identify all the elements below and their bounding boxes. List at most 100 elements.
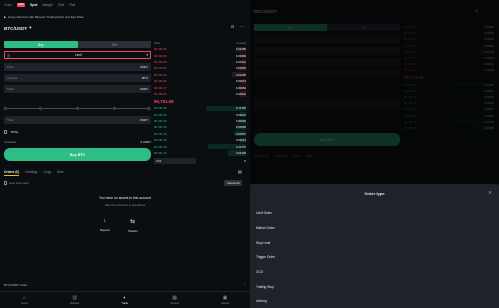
order-price: 96,782.60 (154, 66, 167, 71)
chevron-down-icon: ▾ (146, 53, 148, 57)
order-price: 96,781.20 (154, 144, 167, 149)
modal-backdrop[interactable] (250, 0, 499, 184)
empty-state: You have no assets in this account Depos… (0, 196, 250, 207)
tab-bots[interactable]: Bots (57, 170, 63, 176)
empty-actions: ↓ Deposit ⇆ Transfer (100, 218, 138, 233)
banner-text: Enjoy discount with Binance Trading Pair… (8, 15, 84, 19)
order-type-select[interactable]: ⓘ Limit ▾ (4, 51, 151, 59)
amount-slider[interactable] (3, 105, 151, 111)
tab-grid[interactable]: Grid (58, 3, 64, 7)
buy-button[interactable]: Buy BTC (4, 148, 151, 161)
price-label: Price (7, 65, 14, 69)
order-type-option[interactable]: Trailing Stop (256, 279, 493, 294)
sheet-title: Order type (364, 191, 385, 196)
sell-tab[interactable]: Sell (77, 41, 151, 48)
chevron-up-icon: ⌃ (243, 283, 246, 287)
nav-futures[interactable]: ▦ Futures (170, 295, 179, 305)
total-usdt-field[interactable]: Total USDT (4, 116, 151, 124)
nav-home[interactable]: ⌂ Home (21, 295, 28, 305)
order-type-option[interactable]: Stop Limit (256, 235, 493, 250)
deposit-label: Deposit (100, 228, 110, 232)
order-type-option[interactable]: OCO (256, 265, 493, 280)
order-price: 96,781.99 (154, 106, 167, 111)
order-amount: 0.00062 (235, 85, 246, 90)
nav-assets[interactable]: ▣ Assets (221, 295, 229, 305)
buy-sell-toggle: Buy Sell (4, 41, 151, 48)
mid-price[interactable]: 96,781.99 (154, 97, 246, 105)
tab-convert[interactable]: Conv (4, 3, 12, 7)
tab-fiat[interactable]: Fiat (69, 3, 75, 7)
slider-stop[interactable] (146, 106, 151, 111)
depth-select[interactable]: 0.01 (154, 158, 196, 165)
info-icon: ⓘ (7, 53, 11, 58)
promo-banner[interactable]: ▶ Enjoy discount with Binance Trading Pa… (4, 15, 248, 19)
tab-orders[interactable]: Orders (0) (4, 170, 20, 176)
nav-label: Home (21, 302, 28, 305)
order-book: Price Amount 96,782.95 0.03458 96,782.80 0.… (154, 41, 246, 165)
tpsl-toggle[interactable]: TP/SL (4, 130, 19, 134)
bid-row[interactable]: 96,781.10 0.04238 (154, 150, 246, 156)
order-price: 96,782.00 (154, 91, 167, 96)
deposit-action[interactable]: ↓ Deposit (100, 218, 109, 233)
wallet-icon: ▣ (222, 295, 228, 301)
nav-trade[interactable]: ◐ Trade (121, 295, 128, 305)
order-type-value: Limit (74, 53, 82, 57)
history-icon[interactable]: ▤ (238, 169, 242, 174)
total-label: Total (7, 87, 14, 91)
slider-stop[interactable] (3, 106, 8, 111)
pair-selector[interactable]: BTC/USDT ▾ (4, 25, 32, 31)
order-amount: 0.04238 (235, 151, 246, 156)
tab-copy[interactable]: Copy (44, 170, 51, 176)
tpsl-label: TP/SL (10, 130, 19, 134)
asks-list: 96,782.95 0.03458 96,782.80 0.00060 96,782.6… (154, 46, 246, 97)
slider-stop[interactable] (75, 106, 80, 111)
order-price: 96,781.80 (154, 112, 167, 117)
hide-other-checkbox[interactable] (4, 181, 8, 185)
buy-tab[interactable]: Buy (4, 41, 78, 48)
slider-stop[interactable] (112, 106, 117, 111)
empty-title: You have no assets in this account (98, 196, 152, 200)
cancel-all-button[interactable]: Cancel All (224, 180, 243, 186)
amount-label: Amount (7, 76, 18, 80)
chart-bar[interactable]: BTC/USDT Chart ⌃ (4, 283, 246, 287)
slider-stop[interactable] (38, 106, 43, 111)
total-label: Total (7, 118, 14, 122)
tab-holdings[interactable]: Holdings (25, 170, 37, 176)
ask-row[interactable]: 96,782.00 0.00042 (154, 91, 246, 97)
layout-icon[interactable]: ≡ (244, 159, 246, 163)
order-price: 96,782.17 (154, 85, 167, 90)
tab-margin[interactable]: Margin (43, 3, 53, 7)
order-amount: 0.00050 (235, 66, 246, 71)
top-tabs: Conv NEW Spot Margin Grid Fiat (4, 3, 75, 7)
amount-field[interactable]: Amount BTC (4, 74, 151, 82)
nav-label: Trade (121, 302, 129, 305)
hide-other-toggle[interactable]: Hide other pairs (4, 181, 29, 185)
trade-icon: ◐ (123, 295, 127, 301)
price-field[interactable]: Price USDT (4, 63, 151, 71)
order-type-option[interactable]: Trigger Order (256, 250, 493, 265)
order-amount: 0.12156 (235, 106, 246, 111)
order-type-option[interactable]: Limit Order (256, 206, 493, 221)
total-unit: USDT (139, 87, 148, 91)
close-icon[interactable]: ✕ (488, 190, 492, 196)
order-amount: 0.00060 (235, 53, 246, 58)
total-unit: USDT (139, 118, 148, 122)
order-amount: 0.01068 (235, 72, 246, 77)
tab-spot[interactable]: Spot (30, 3, 38, 7)
more-icon[interactable]: ⋯ (239, 24, 243, 29)
order-price: 96,781.30 (154, 138, 167, 143)
order-price: 96,781.40 (154, 131, 167, 136)
transfer-icon: ⇆ (130, 219, 136, 225)
total-field[interactable]: Total USDT (4, 85, 151, 93)
order-type-option[interactable]: Market Order (256, 221, 493, 236)
tpsl-checkbox[interactable] (4, 130, 8, 134)
chart-icon[interactable]: ⊡ (231, 24, 234, 29)
order-price: 96,782.95 (154, 47, 167, 52)
bottom-nav: ⌂ Home ▥ Markets ◐ Trade ▦ Futures ▣ Assets (0, 291, 250, 308)
empty-subtitle: Deposit or transfer to get started (104, 203, 146, 207)
order-price: 96,782.69 (154, 59, 167, 64)
pair-label: BTC/USDT (4, 25, 28, 31)
transfer-action[interactable]: ⇆ Transfer (127, 218, 137, 233)
nav-markets[interactable]: ▥ Markets (70, 295, 79, 305)
order-type-option[interactable]: Iceberg (256, 294, 493, 308)
